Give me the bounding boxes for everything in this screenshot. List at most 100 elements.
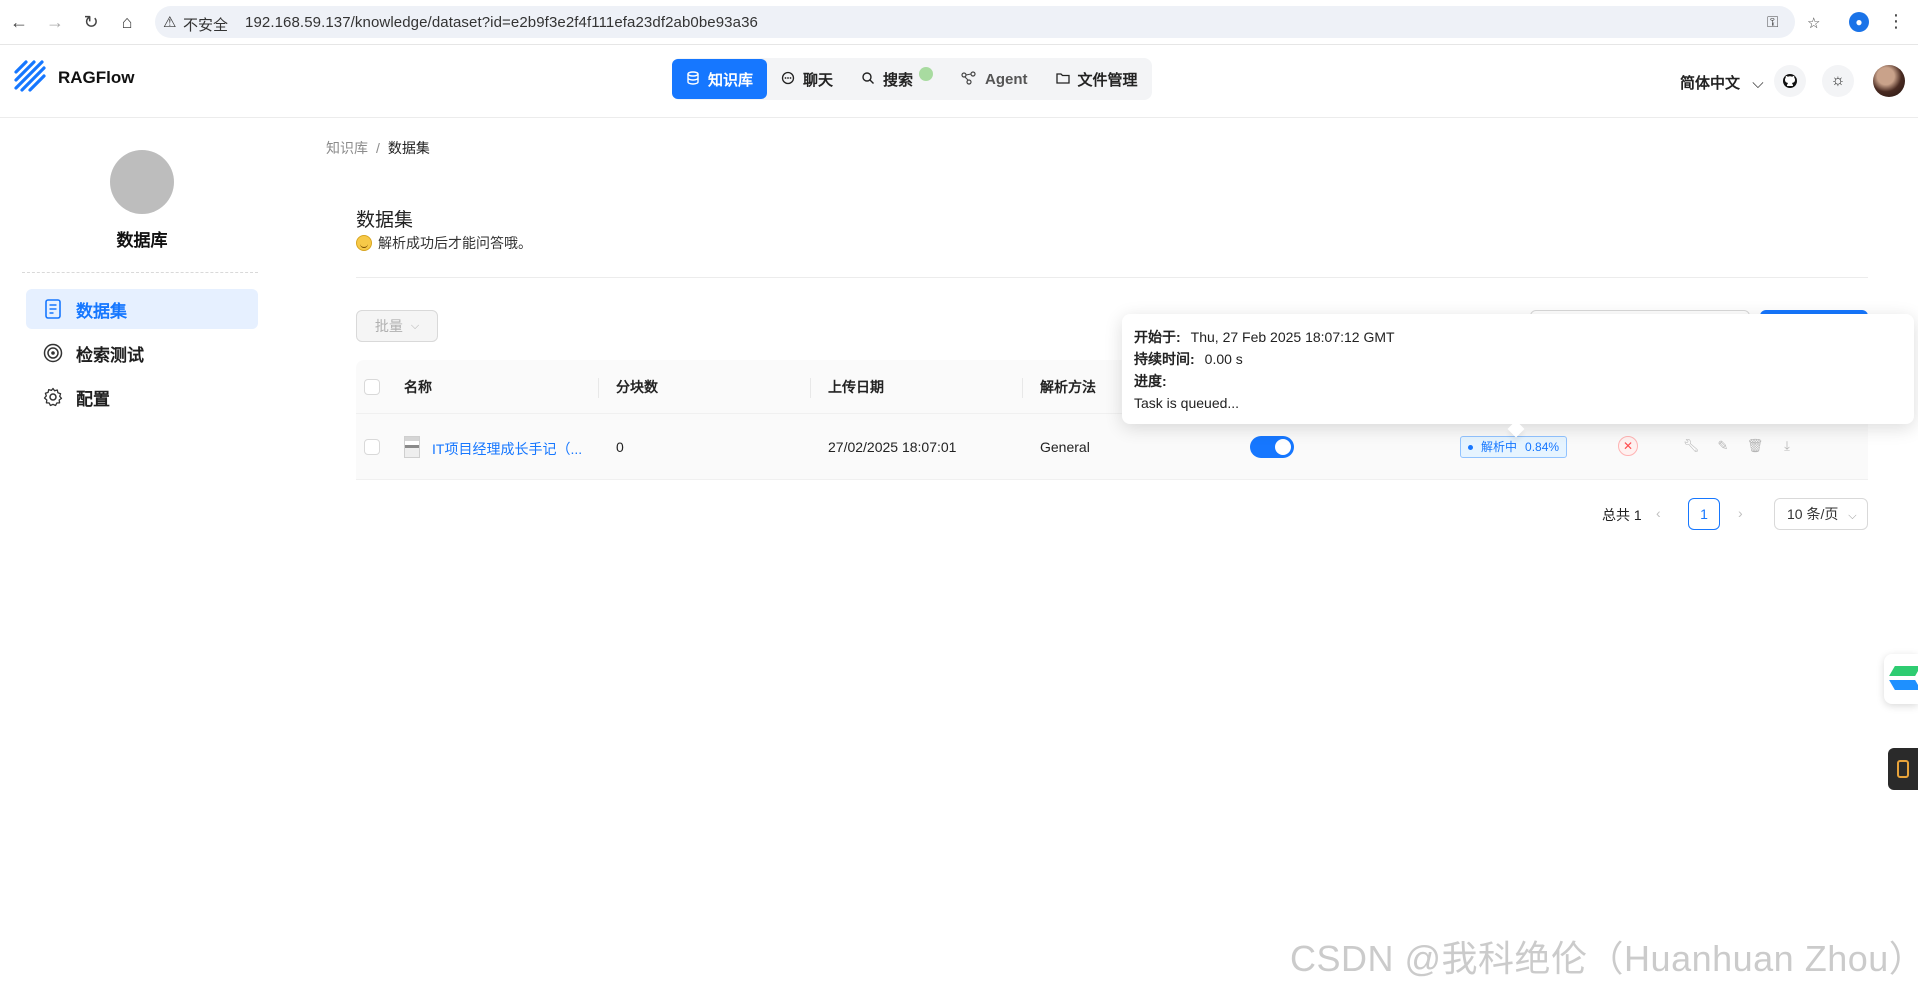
- sidebar: 数据库 数据集 检索测试 配置: [0, 118, 280, 983]
- user-avatar[interactable]: [1873, 65, 1905, 97]
- folder-icon: [1055, 71, 1070, 87]
- chat-icon: [781, 71, 795, 88]
- nav-label: Agent: [985, 70, 1028, 88]
- column-divider: [810, 378, 811, 398]
- tooltip-progress-label: 进度:: [1134, 373, 1167, 389]
- top-navigation: 知识库 聊天 搜索 Agent 文件管理: [672, 58, 1152, 100]
- insecure-label: 不安全: [183, 17, 229, 34]
- language-label: 简体中文: [1680, 75, 1741, 92]
- tooltip-duration-label: 持续时间:: [1134, 351, 1195, 367]
- github-icon[interactable]: [1774, 65, 1806, 97]
- parsing-status-badge[interactable]: 解析中 0.84%: [1460, 436, 1568, 458]
- key-icon[interactable]: ⚿: [1767, 14, 1778, 31]
- cancel-parse-icon[interactable]: ✕: [1618, 436, 1638, 456]
- theme-toggle-sun-icon[interactable]: ☼: [1822, 65, 1854, 97]
- agent-graph-icon: [961, 70, 977, 88]
- back-icon[interactable]: ←: [8, 11, 30, 33]
- select-all-checkbox[interactable]: [364, 379, 380, 395]
- column-header-parse-method[interactable]: 解析方法: [1040, 360, 1096, 414]
- breadcrumb: 知识库 / 数据集: [326, 138, 430, 158]
- floating-tool-button[interactable]: [1888, 748, 1918, 790]
- kebab-menu-icon[interactable]: ⋮: [1885, 11, 1907, 33]
- sidebar-item-label: 配置: [76, 389, 110, 409]
- page-size-select[interactable]: 10 条/页 ⌵: [1774, 498, 1868, 530]
- status-label: 解析中: [1481, 440, 1518, 454]
- breadcrumb-separator: /: [376, 140, 380, 156]
- column-divider: [1022, 378, 1023, 398]
- knowledge-base-name: 数据库: [116, 231, 168, 250]
- nav-chat[interactable]: 聊天: [767, 59, 847, 99]
- wrench-icon[interactable]: 🔧︎: [1682, 437, 1700, 455]
- upload-date: 27/02/2025 18:07:01: [828, 439, 957, 455]
- profile-icon[interactable]: ●: [1848, 11, 1870, 33]
- row-checkbox[interactable]: [364, 439, 380, 455]
- sidebar-item-label: 检索测试: [76, 345, 144, 365]
- page-subtitle: 解析成功后才能问答哦。: [356, 233, 532, 253]
- next-page-icon[interactable]: ›: [1738, 505, 1743, 537]
- delete-trash-icon[interactable]: 🗑︎: [1746, 437, 1764, 455]
- floating-assistant-widget[interactable]: [1884, 654, 1918, 704]
- nav-label: 知识库: [708, 71, 754, 89]
- watermark: CSDN @我科绝伦（Huanhuan Zhou）: [1290, 938, 1918, 979]
- parse-method[interactable]: General: [1040, 439, 1090, 455]
- nav-knowledge-base[interactable]: 知识库: [672, 59, 768, 99]
- current-page-button[interactable]: 1: [1688, 498, 1720, 530]
- chunk-count: 0: [616, 439, 624, 455]
- gear-icon: [42, 386, 64, 408]
- column-divider: [598, 378, 599, 398]
- subtitle-text: 解析成功后才能问答哦。: [378, 235, 532, 251]
- download-icon[interactable]: ⤓: [1778, 437, 1796, 455]
- sidebar-item-dataset[interactable]: 数据集: [26, 289, 258, 329]
- app-header: RAGFlow 知识库 聊天 搜索 Agent 文件管理 简体中文 ⌵ ☼: [0, 46, 1918, 118]
- reload-icon[interactable]: ↻: [80, 11, 102, 33]
- nav-label: 聊天: [803, 71, 834, 89]
- parse-progress-tooltip: 开始于: Thu, 27 Feb 2025 18:07:12 GMT 持续时间: 0…: [1122, 314, 1914, 424]
- bulk-actions-button[interactable]: 批量 ⌵: [356, 310, 438, 342]
- check-badge-icon: [919, 67, 934, 81]
- tooltip-start-value: Thu, 27 Feb 2025 18:07:12 GMT: [1190, 329, 1395, 345]
- widget-stripe-green: [1889, 666, 1918, 676]
- database-icon: [686, 70, 700, 88]
- warning-icon: ⚠: [163, 14, 177, 31]
- forward-icon[interactable]: →: [44, 11, 66, 33]
- nav-agent[interactable]: Agent: [947, 59, 1042, 99]
- ragflow-logo-icon: [14, 60, 46, 92]
- content-divider: [356, 277, 1868, 278]
- breadcrumb-current: 数据集: [387, 140, 430, 156]
- file-name-link[interactable]: IT项目经理成长手记（...: [432, 439, 582, 459]
- sidebar-item-configuration[interactable]: 配置: [26, 377, 258, 417]
- sidebar-divider: [22, 272, 258, 273]
- address-bar[interactable]: ⚠ 不安全 192.168.59.137/knowledge/dataset?i…: [155, 6, 1820, 38]
- language-select[interactable]: 简体中文 ⌵: [1680, 72, 1764, 93]
- nav-file-management[interactable]: 文件管理: [1042, 59, 1152, 99]
- browser-toolbar: ← → ↻ ⌂ ⚠ 不安全 192.168.59.137/knowledge/d…: [0, 0, 1918, 45]
- page-size-label: 10 条/页: [1787, 506, 1839, 522]
- chevron-down-icon: ⌵: [1848, 510, 1857, 522]
- url-text[interactable]: 192.168.59.137/knowledge/dataset?id=e2b9…: [245, 14, 758, 31]
- tooltip-start-label: 开始于:: [1134, 329, 1181, 345]
- column-header-upload-date[interactable]: 上传日期: [828, 360, 884, 414]
- tool-icon: [1897, 760, 1909, 778]
- bookmark-star-icon[interactable]: ☆: [1807, 14, 1820, 32]
- column-header-chunks[interactable]: 分块数: [616, 360, 658, 414]
- enable-toggle[interactable]: [1250, 436, 1294, 458]
- breadcrumb-parent[interactable]: 知识库: [326, 140, 368, 156]
- chevron-down-icon: ⌵: [410, 319, 420, 332]
- prev-page-icon[interactable]: ‹: [1656, 505, 1661, 537]
- bulk-label: 批量: [374, 318, 403, 334]
- home-icon[interactable]: ⌂: [116, 11, 138, 33]
- nav-search[interactable]: 搜索: [847, 59, 947, 99]
- knowledge-base-avatar: [110, 150, 174, 214]
- target-icon: [42, 342, 64, 364]
- sidebar-item-label: 数据集: [76, 301, 127, 321]
- smile-emoji-icon: [356, 235, 372, 251]
- edit-pencil-icon[interactable]: ✎: [1714, 437, 1732, 455]
- column-header-name[interactable]: 名称: [404, 360, 432, 414]
- nav-label: 文件管理: [1077, 71, 1138, 89]
- file-thumbnail-icon: [404, 436, 420, 458]
- document-icon: [42, 298, 64, 320]
- nav-label: 搜索: [883, 71, 914, 89]
- sidebar-item-retrieval-test[interactable]: 检索测试: [26, 333, 258, 373]
- app-name[interactable]: RAGFlow: [58, 68, 135, 88]
- page-title: 数据集: [356, 210, 414, 231]
